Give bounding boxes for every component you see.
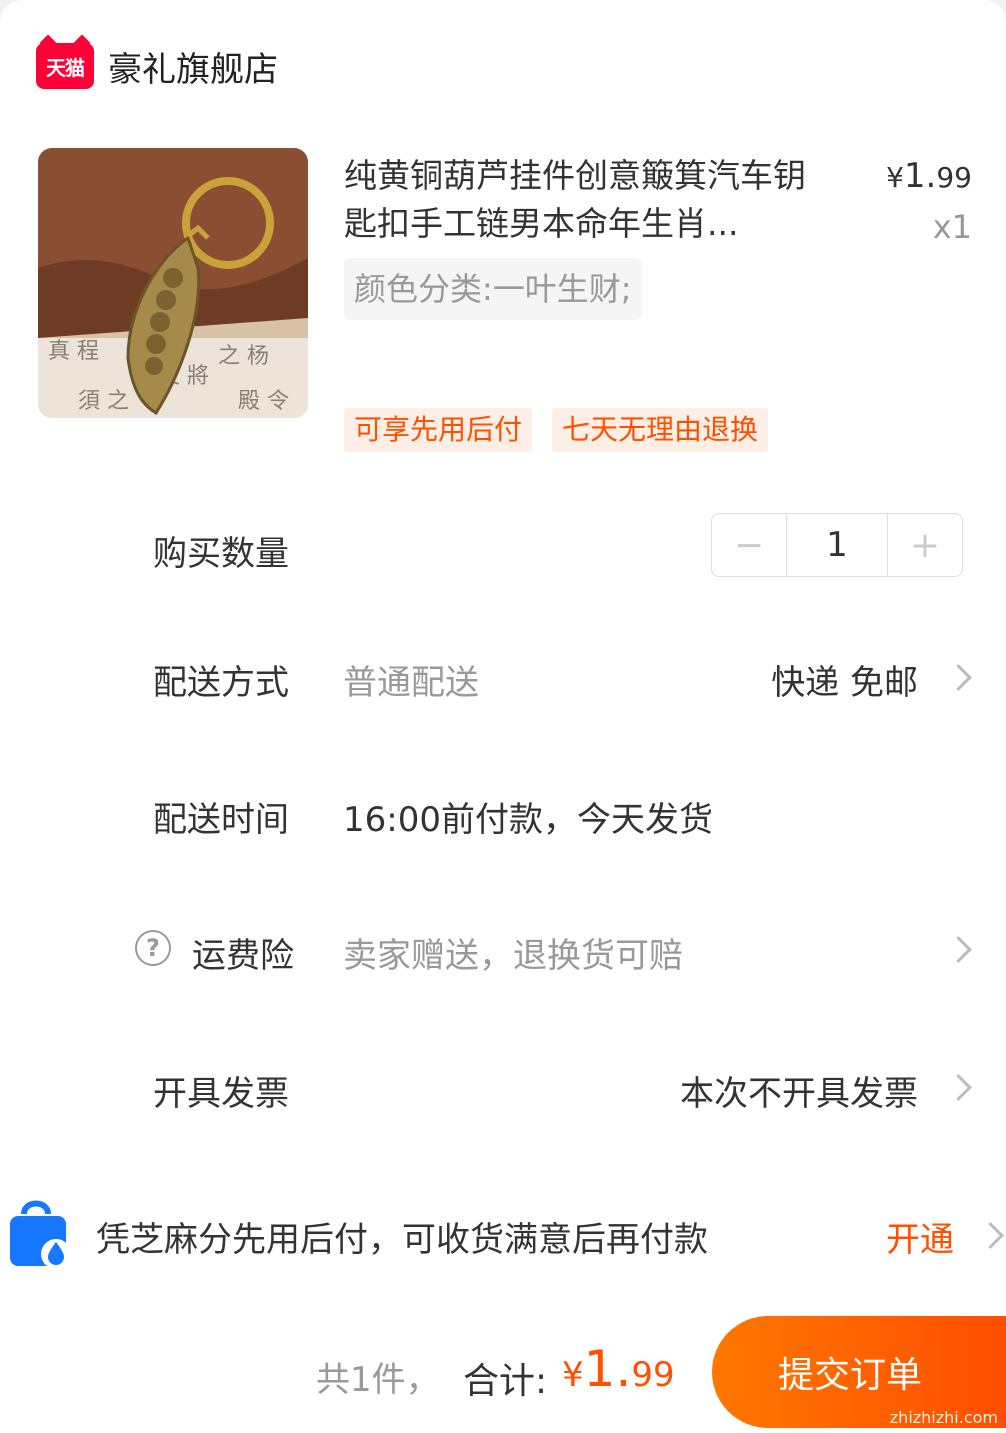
- item-count: 共1件，: [316, 1360, 440, 1400]
- tmall-logo: 天猫: [36, 43, 94, 89]
- sku-selection[interactable]: 颜色分类:一叶生财;: [344, 258, 642, 320]
- product-price: ¥1.99: [886, 156, 972, 196]
- decrease-button[interactable]: −: [712, 514, 786, 576]
- total-price: ¥1.99: [562, 1340, 675, 1398]
- product-quantity: x1: [932, 208, 972, 246]
- svg-text:須 之: 須 之: [78, 389, 129, 414]
- svg-text:真 程: 真 程: [48, 339, 99, 364]
- pay-later-text: 凭芝麻分先用后付，可收货满意后再付款: [96, 1220, 708, 1260]
- invoice-option[interactable]: 本次不开具发票: [680, 1066, 918, 1115]
- pay-later-banner[interactable]: 凭芝麻分先用后付，可收货满意后再付款 开通: [0, 1170, 1006, 1300]
- quantity-label: 购买数量: [153, 534, 289, 574]
- delivery-method-label: 配送方式: [153, 663, 289, 703]
- product-title[interactable]: 纯黄铜葫芦挂件创意簸箕汽车钥匙扣手工链男本命年生肖...: [344, 152, 824, 248]
- chevron-right-icon[interactable]: [945, 1074, 972, 1101]
- quantity-value[interactable]: 1: [786, 514, 888, 576]
- tag-seven-day-return: 七天无理由退换: [552, 408, 769, 452]
- delivery-method-value: 普通配送: [343, 663, 479, 703]
- svg-text:殿 令: 殿 令: [238, 389, 289, 414]
- delivery-method-option[interactable]: 快递 免邮: [771, 655, 918, 704]
- total-label: 合计:: [463, 1361, 548, 1402]
- delivery-time-label: 配送时间: [153, 800, 289, 840]
- shopping-bag-icon: [4, 1194, 76, 1274]
- increase-button[interactable]: +: [888, 514, 962, 576]
- invoice-label: 开具发票: [153, 1074, 289, 1114]
- chevron-right-icon[interactable]: [945, 664, 972, 691]
- watermark: zhizhizhi.com: [889, 1408, 998, 1427]
- checkout-bar: 共1件， 合计: ¥1.99 提交订单 zhizhizhi.com: [0, 1300, 1006, 1433]
- activate-button[interactable]: 开通: [886, 1212, 954, 1261]
- chevron-right-icon[interactable]: [945, 936, 972, 963]
- tag-pay-later: 可享先用后付: [344, 408, 533, 452]
- store-header[interactable]: 天猫 豪礼旗舰店: [36, 40, 278, 92]
- svg-text:之 杨: 之 杨: [218, 344, 269, 369]
- chevron-right-icon[interactable]: [977, 1222, 1004, 1249]
- order-card: 天猫 豪礼旗舰店 真 程 及 將 之 杨 須 之 殿 令 纯黄铜葫芦挂件创意簸箕…: [0, 0, 1006, 1170]
- product-image[interactable]: 真 程 及 將 之 杨 須 之 殿 令: [38, 148, 308, 418]
- store-name[interactable]: 豪礼旗舰店: [108, 42, 278, 91]
- help-icon[interactable]: ?: [135, 930, 171, 966]
- shipping-insurance-value[interactable]: 卖家赠送，退换货可赔: [343, 928, 683, 977]
- quantity-stepper: − 1 +: [711, 513, 963, 577]
- shipping-insurance-label: 运费险: [192, 936, 294, 976]
- delivery-time-value: 16:00前付款，今天发货: [343, 800, 713, 840]
